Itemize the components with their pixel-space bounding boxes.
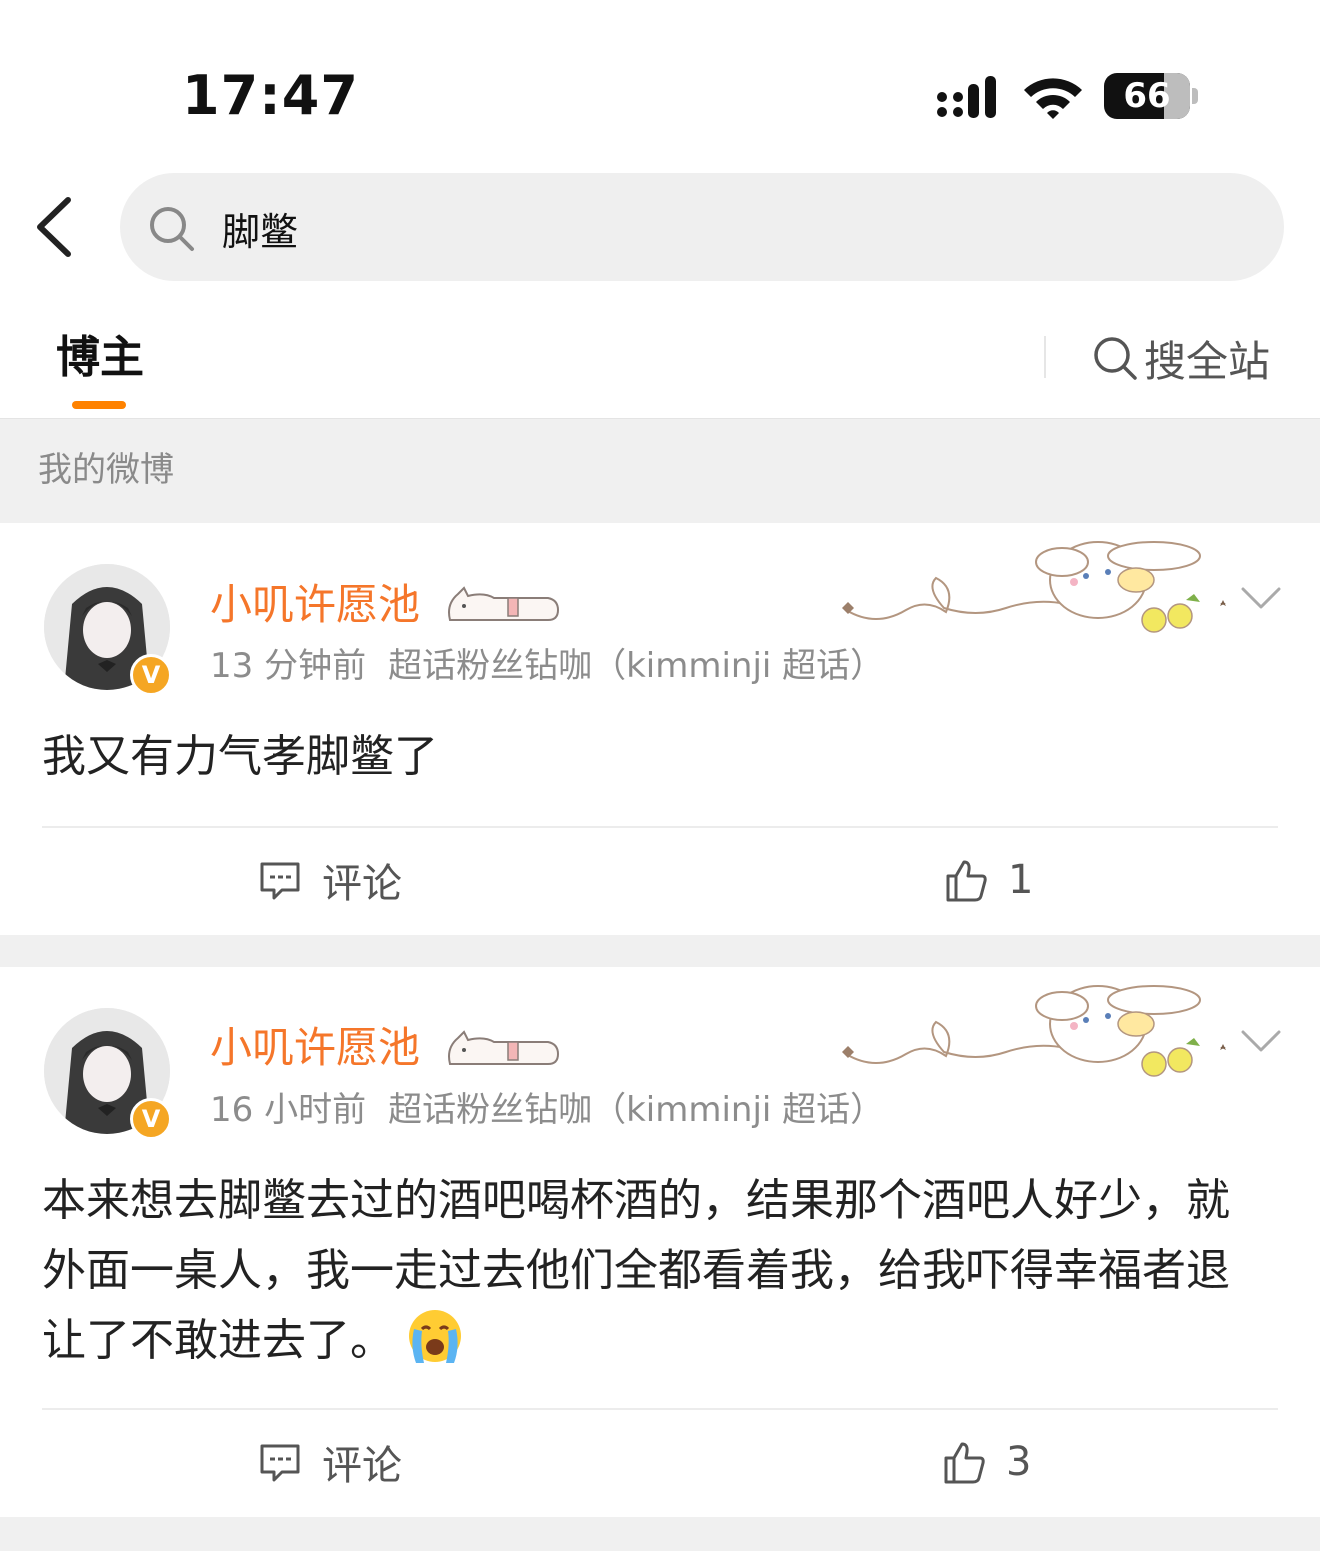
username[interactable]: 小叽许愿池 xyxy=(210,578,420,632)
status-time: 17:47 xyxy=(182,64,359,127)
post-source[interactable]: 超话粉丝钻咖（kimminji 超话） xyxy=(388,646,884,686)
card-decoration-icon xyxy=(842,541,1226,633)
battery-icon: 66 xyxy=(1104,73,1190,119)
chevron-down-icon[interactable] xyxy=(1240,1028,1282,1054)
crying-emoji-icon xyxy=(409,1310,461,1363)
comment-icon xyxy=(260,1444,300,1482)
card-divider xyxy=(42,826,1278,828)
tab-divider xyxy=(1044,336,1046,378)
post-source[interactable]: 超话粉丝钻咖（kimminji 超话） xyxy=(388,1090,884,1130)
card-separator xyxy=(0,935,1320,967)
cellular-signal-icon xyxy=(937,76,996,118)
verified-badge-icon: V xyxy=(130,654,172,696)
like-count: 3 xyxy=(1006,1439,1032,1485)
card-divider xyxy=(42,1408,1278,1410)
search-all-icon xyxy=(1094,337,1137,380)
comment-button[interactable]: 评论 xyxy=(258,1436,402,1489)
active-tab-indicator xyxy=(72,401,126,409)
username[interactable]: 小叽许愿池 xyxy=(210,1021,420,1075)
post-meta: 13 分钟前 超话粉丝钻咖（kimminji 超话） xyxy=(210,644,884,688)
comment-button[interactable]: 评论 xyxy=(258,854,402,907)
card-separator xyxy=(0,1517,1320,1551)
like-button[interactable]: 1 xyxy=(944,854,1033,906)
thumbs-up-icon xyxy=(946,860,987,902)
post-meta: 16 小时前 超话粉丝钻咖（kimminji 超话） xyxy=(210,1088,884,1132)
tab-bloggers[interactable]: 博主 xyxy=(56,328,144,388)
like-count: 1 xyxy=(1008,857,1034,903)
search-icon xyxy=(150,207,194,251)
chevron-down-icon[interactable] xyxy=(1240,585,1282,611)
search-all-button[interactable]: 搜全站 xyxy=(1092,330,1270,386)
back-arrow-icon[interactable] xyxy=(30,192,80,262)
like-button[interactable]: 3 xyxy=(942,1436,1031,1488)
comment-icon xyxy=(260,862,300,900)
wifi-icon xyxy=(1024,78,1082,119)
battery-tip xyxy=(1192,88,1198,104)
cat-badge-icon xyxy=(448,586,560,621)
verified-badge-icon: V xyxy=(130,1098,172,1140)
search-all-label: 搜全站 xyxy=(1144,336,1271,386)
cat-badge-icon xyxy=(448,1030,560,1065)
post-text: 我又有力气孝脚鳖了 xyxy=(42,731,438,782)
search-input[interactable] xyxy=(222,196,1222,260)
thumbs-up-icon xyxy=(944,1442,985,1484)
battery-level: 66 xyxy=(1123,76,1171,116)
post-time: 16 小时前 xyxy=(210,1090,367,1130)
comment-label: 评论 xyxy=(322,1443,402,1489)
post-time: 13 分钟前 xyxy=(210,646,367,686)
post-text: 本来想去脚鳖去过的酒吧喝杯酒的，结果那个酒吧人好少，就外面一桌人，我一走过去他们… xyxy=(42,1166,1252,1376)
card-decoration-icon xyxy=(842,985,1226,1077)
post-text-content: 本来想去脚鳖去过的酒吧喝杯酒的，结果那个酒吧人好少，就外面一桌人，我一走过去他们… xyxy=(42,1175,1230,1366)
section-title: 我的微博 xyxy=(38,450,174,490)
comment-label: 评论 xyxy=(322,861,402,907)
section-header xyxy=(0,418,1320,524)
